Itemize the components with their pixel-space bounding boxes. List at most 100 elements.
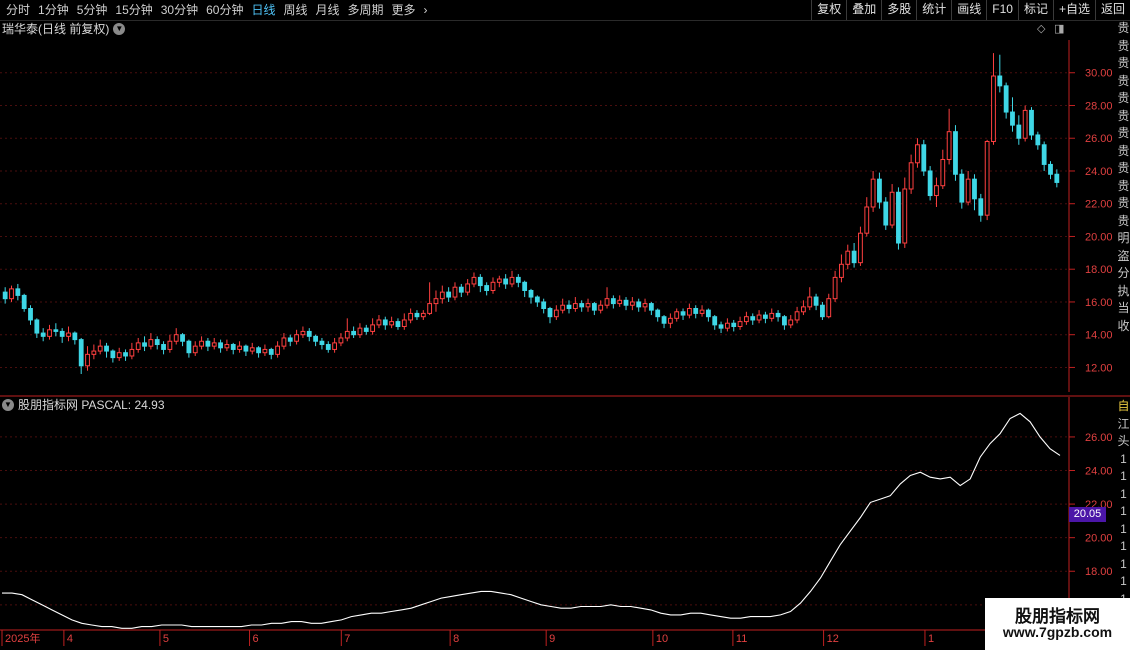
candle-body xyxy=(91,350,97,355)
candle xyxy=(813,293,819,311)
right-panel-char: 1 xyxy=(1120,504,1127,518)
right-panel-char: 当 xyxy=(1117,301,1130,315)
candle xyxy=(192,341,198,356)
candle-body xyxy=(357,327,363,336)
x-tick-label: 9 xyxy=(549,633,555,645)
candle-body xyxy=(528,289,534,298)
candle xyxy=(896,187,901,250)
candle-body xyxy=(927,170,933,197)
candle-body xyxy=(693,308,699,314)
candle-body xyxy=(338,337,344,344)
candle xyxy=(534,295,540,307)
candle xyxy=(452,282,458,301)
candle-body xyxy=(940,159,946,187)
candle xyxy=(97,339,103,355)
watermark: 股朋指标网 www.7gpzb.com xyxy=(985,598,1130,650)
candle-body xyxy=(1003,85,1009,113)
candle-body xyxy=(1022,109,1028,139)
right-panel-char: 贵 xyxy=(1117,161,1130,175)
candle xyxy=(953,125,958,181)
candle-body xyxy=(769,312,775,319)
y-tick-label: 12.00 xyxy=(1085,362,1113,374)
candle-body xyxy=(9,288,14,300)
candle xyxy=(801,300,806,316)
candle xyxy=(642,298,648,312)
candle xyxy=(921,139,927,176)
candle xyxy=(1022,105,1028,142)
chevron-down-icon[interactable]: ▼ xyxy=(2,399,14,411)
candle xyxy=(458,283,464,298)
candle xyxy=(744,311,749,325)
candle xyxy=(66,326,71,342)
candle xyxy=(902,177,908,248)
y-tick-label: 20.00 xyxy=(1085,533,1113,545)
candle xyxy=(256,346,261,358)
candle-body xyxy=(294,334,299,342)
x-tick-label: 5 xyxy=(163,633,169,645)
candle-body xyxy=(522,281,528,291)
candle-body xyxy=(452,286,458,298)
indicator-grid xyxy=(0,436,1075,606)
candle xyxy=(433,290,439,312)
candle xyxy=(560,298,566,314)
candle-body xyxy=(66,332,71,337)
candle xyxy=(376,315,382,329)
diamond-icon[interactable]: ◇ xyxy=(1037,22,1045,36)
candle xyxy=(636,298,642,312)
candle xyxy=(161,341,166,355)
candle-body xyxy=(59,330,65,337)
candle-body xyxy=(211,342,217,347)
chevron-down-icon[interactable]: ▼ xyxy=(113,23,126,35)
candle-body xyxy=(642,303,648,308)
candle-body xyxy=(959,173,965,203)
y-tick-label: 28.00 xyxy=(1085,100,1113,112)
candle xyxy=(15,283,21,301)
candle xyxy=(1041,141,1047,171)
candle-body xyxy=(414,312,420,318)
candle-body xyxy=(623,299,629,306)
candle xyxy=(667,313,673,329)
candle-body xyxy=(585,303,591,308)
indicator-title-text: 股朋指标网 PASCAL: 24.93 xyxy=(18,398,165,412)
candle-body xyxy=(97,345,103,352)
candle-body xyxy=(116,352,122,359)
candle-body xyxy=(718,324,724,329)
candle xyxy=(135,337,141,353)
candle xyxy=(547,306,553,324)
candle-body xyxy=(553,309,559,318)
indicator-title: ▼ 股朋指标网 PASCAL: 24.93 xyxy=(2,397,165,413)
candle-body xyxy=(965,178,971,203)
candle-body xyxy=(72,332,78,341)
right-panel-char: 1 xyxy=(1120,539,1127,553)
candle xyxy=(173,328,179,345)
candle xyxy=(997,54,1003,93)
chart-canvas[interactable]: 30.00 28.00 26.00 24.00 22.00 20.00 18.00 16.00… xyxy=(0,0,1130,650)
watermark-url: www.7gpzb.com xyxy=(1002,624,1113,640)
panel-toggle-icon[interactable]: ◨ xyxy=(1054,22,1064,36)
candle-body xyxy=(110,350,116,359)
candle xyxy=(629,297,635,311)
candle-body xyxy=(699,309,705,314)
candle xyxy=(281,333,287,350)
candle xyxy=(648,301,654,316)
candle xyxy=(737,316,743,330)
candle xyxy=(9,285,14,302)
x-tick-label: 2025年 xyxy=(5,631,40,645)
y-tick-label: 18.00 xyxy=(1085,566,1113,578)
candle xyxy=(610,295,616,309)
candle-body xyxy=(351,330,357,336)
candle-body xyxy=(991,75,996,143)
right-panel-char: 头 xyxy=(1117,434,1130,448)
candle-body xyxy=(750,316,756,321)
y-tick-label: 18.00 xyxy=(1085,264,1113,276)
candle xyxy=(1016,115,1022,145)
candle-body xyxy=(332,342,338,350)
candle xyxy=(395,318,401,330)
candle xyxy=(332,337,338,353)
right-info-panel: 贵贵贵贵贵贵贵贵贵贵贵贵明盗分执当收 xyxy=(1117,20,1130,390)
candle xyxy=(763,311,768,324)
candle-body xyxy=(490,281,496,291)
candle-body xyxy=(382,319,388,326)
candle-body xyxy=(281,337,287,347)
candle xyxy=(262,344,268,356)
